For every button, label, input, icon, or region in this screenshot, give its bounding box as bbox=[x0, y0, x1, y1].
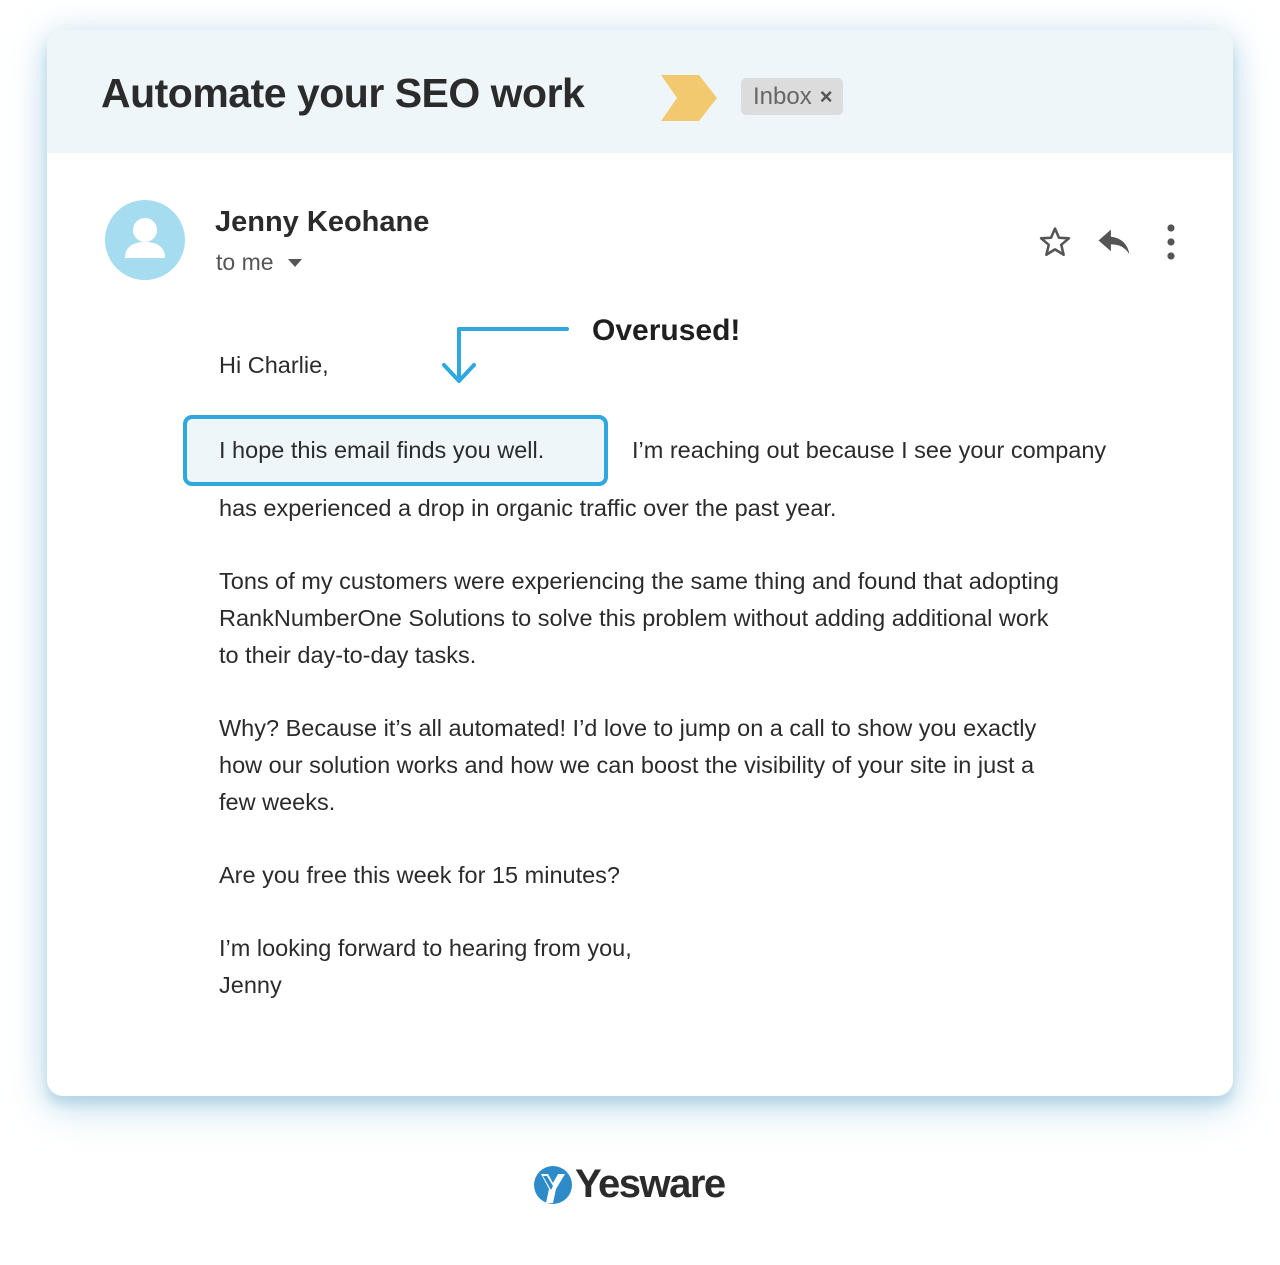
yesware-logo-icon bbox=[534, 1165, 572, 1204]
paragraph-2-line-2: RankNumberOne Solutions to solve this pr… bbox=[219, 605, 1049, 631]
email-greeting: Hi Charlie, bbox=[219, 352, 329, 378]
avatar[interactable] bbox=[105, 200, 185, 280]
email-signature: Jenny bbox=[219, 972, 282, 998]
annotation-arrow-icon bbox=[442, 327, 569, 383]
paragraph-2-line-3: to their day-to-day tasks. bbox=[219, 642, 477, 668]
recipient-details-toggle[interactable]: to me bbox=[216, 249, 302, 276]
yesware-logo: Yesware bbox=[533, 1162, 726, 1207]
label-chip-inbox: Inbox × bbox=[741, 78, 843, 115]
email-card: Automate your SEO work Inbox × Jenny Keo… bbox=[47, 30, 1233, 1096]
sender-name: Jenny Keohane bbox=[215, 206, 430, 238]
logo-text: Yesware bbox=[575, 1162, 726, 1206]
email-header: Automate your SEO work Inbox × bbox=[47, 30, 1233, 153]
close-icon[interactable]: × bbox=[820, 84, 833, 110]
label-text: Inbox bbox=[753, 82, 812, 110]
more-vertical-icon bbox=[1167, 224, 1175, 260]
paragraph-3-line-2: how our solution works and how we can bo… bbox=[219, 752, 1035, 778]
message-actions bbox=[1035, 222, 1191, 262]
annotation-label: Overused! bbox=[592, 314, 741, 347]
person-avatar-icon bbox=[125, 218, 165, 258]
more-options-button[interactable] bbox=[1151, 222, 1191, 262]
importance-chevron-icon[interactable] bbox=[659, 75, 719, 121]
paragraph-3-line-1: Why? Because it’s all automated! I’d lov… bbox=[219, 715, 1037, 741]
paragraph-1-line-1: I’m reaching out because I see your comp… bbox=[632, 437, 1107, 463]
highlighted-phrase: I hope this email finds you well. bbox=[219, 437, 545, 463]
star-button[interactable] bbox=[1035, 222, 1075, 262]
email-question: Are you free this week for 15 minutes? bbox=[219, 862, 621, 888]
star-icon bbox=[1039, 227, 1071, 257]
paragraph-2-line-1: Tons of my customers were experiencing t… bbox=[219, 568, 1059, 594]
email-subject: Automate your SEO work bbox=[101, 70, 585, 116]
paragraph-3-line-3: few weeks. bbox=[219, 789, 336, 815]
caret-down-icon bbox=[287, 258, 302, 267]
reply-icon bbox=[1098, 229, 1130, 255]
reply-button[interactable] bbox=[1094, 222, 1134, 262]
email-closing: I’m looking forward to hearing from you, bbox=[219, 935, 632, 961]
recipient-text: to me bbox=[216, 249, 274, 275]
paragraph-1-line-2: has experienced a drop in organic traffi… bbox=[219, 495, 837, 521]
